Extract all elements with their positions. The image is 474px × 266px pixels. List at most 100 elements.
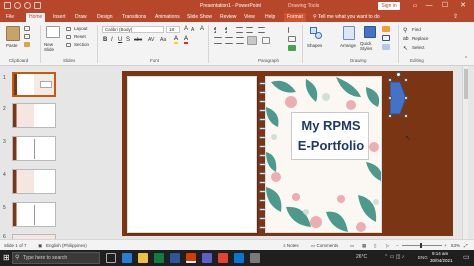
font-name-select[interactable]: Calibri (Body) [102, 26, 164, 33]
clock-date[interactable]: 30/04/2021 [430, 258, 453, 263]
shadow-icon[interactable]: S [126, 37, 130, 43]
align-center-icon[interactable] [225, 37, 233, 44]
tab-help[interactable]: Help [262, 13, 278, 22]
find-button[interactable]: Find [412, 27, 421, 32]
replace-icon[interactable]: ab [403, 36, 409, 42]
shape-outline-icon[interactable] [382, 35, 390, 41]
shapes-icon[interactable] [308, 25, 324, 41]
bullets-icon[interactable] [214, 27, 221, 33]
powerpoint-icon[interactable] [186, 253, 196, 263]
replace-button[interactable]: Replace [412, 36, 429, 41]
slide-thumbnail-5[interactable] [12, 202, 56, 227]
quick-styles-label[interactable]: Quick Styles [360, 41, 378, 51]
highlight-color-icon[interactable]: A [174, 36, 179, 44]
taskbar-search-input[interactable]: ⚲ Type here to search [12, 252, 100, 264]
find-icon[interactable]: ⚲ [403, 27, 407, 34]
align-right-icon[interactable] [236, 37, 244, 44]
slideshow-view-icon[interactable]: ▷ [386, 243, 389, 249]
rotate-handle[interactable] [396, 72, 401, 77]
resize-handle[interactable] [404, 96, 408, 100]
app-icon[interactable] [250, 253, 260, 263]
select-button[interactable]: Select [412, 45, 425, 50]
weather-temperature[interactable]: 26°C [356, 254, 367, 260]
italic-icon[interactable]: I [111, 37, 113, 43]
clear-formatting-icon[interactable]: A [200, 26, 204, 32]
zoom-slider[interactable] [402, 243, 442, 248]
shape-fill-icon[interactable] [382, 26, 390, 32]
teams-icon[interactable] [202, 253, 212, 263]
zoom-out-icon[interactable]: − [396, 243, 399, 248]
undo-icon[interactable] [14, 2, 21, 9]
strikethrough-icon[interactable]: abc [134, 37, 142, 43]
tab-draw[interactable]: Draw [72, 13, 90, 22]
character-spacing-icon[interactable]: AV [148, 37, 154, 43]
sign-in-button[interactable]: Sign in [378, 2, 400, 10]
zoom-level[interactable]: 63% [451, 243, 460, 248]
resize-handle[interactable] [388, 78, 392, 82]
spell-check-icon[interactable]: ▣ [38, 243, 42, 249]
new-slide-label[interactable]: New Slide [44, 42, 64, 52]
decrease-font-icon[interactable]: A [191, 27, 194, 33]
input-language[interactable]: ENG [418, 255, 428, 260]
slide-thumbnail-1[interactable] [12, 72, 56, 97]
comments-button[interactable]: ▭ Comments [311, 243, 338, 249]
section-button[interactable]: Section [74, 42, 89, 47]
tab-insert[interactable]: Insert [50, 13, 69, 22]
tab-home[interactable]: Home [26, 13, 46, 22]
title-textbox[interactable]: My RPMS E-Portfolio [291, 112, 369, 160]
left-page[interactable] [127, 76, 257, 233]
clock-time[interactable]: 9:14 am [432, 251, 448, 256]
reset-button[interactable]: Reset [74, 34, 86, 39]
copy-icon[interactable] [24, 34, 30, 39]
collapse-ribbon-icon[interactable]: ⌃ [464, 56, 468, 62]
mail-icon[interactable] [234, 253, 244, 263]
windows-start-icon[interactable]: ⊞ [3, 253, 10, 262]
text-direction-icon[interactable] [288, 27, 296, 33]
slide-thumbnail-3[interactable] [12, 136, 56, 161]
new-slide-icon[interactable] [46, 26, 60, 38]
smartart-icon[interactable] [288, 45, 296, 51]
paste-label[interactable]: Paste [6, 43, 18, 48]
tab-animations[interactable]: Animations [152, 13, 183, 22]
zoom-in-icon[interactable]: + [444, 243, 447, 248]
start-slideshow-icon[interactable] [34, 2, 41, 9]
tab-file[interactable]: File [3, 13, 17, 22]
task-view-icon[interactable] [106, 253, 116, 263]
shapes-label[interactable]: Shapes [307, 43, 322, 48]
tell-me-search[interactable]: ⚲ Tell me what you want to do [310, 13, 383, 22]
format-painter-icon[interactable] [24, 42, 30, 47]
numbering-icon[interactable] [225, 27, 232, 33]
line-spacing-icon[interactable] [258, 27, 265, 33]
tab-transitions[interactable]: Transitions [119, 13, 149, 22]
redo-icon[interactable] [24, 2, 31, 9]
resize-handle[interactable] [404, 78, 408, 82]
slide-thumbnail-4[interactable] [12, 169, 56, 194]
normal-view-icon[interactable]: ▭ [350, 243, 354, 249]
tab-slide-show[interactable]: Slide Show [184, 13, 215, 22]
slide-thumbnail-2[interactable] [12, 103, 56, 128]
share-icon[interactable]: ⇪ [450, 13, 461, 22]
decrease-indent-icon[interactable] [236, 27, 243, 33]
align-text-icon[interactable] [288, 36, 296, 42]
vertical-scrollbar[interactable] [462, 66, 468, 239]
ribbon-options-icon[interactable]: ▭ [408, 0, 422, 12]
close-button[interactable]: ✕ [456, 0, 470, 12]
app-icon[interactable] [218, 253, 228, 263]
resize-handle[interactable] [388, 114, 392, 118]
increase-font-icon[interactable]: A [184, 26, 188, 32]
change-case-icon[interactable]: Aa [160, 37, 166, 43]
justify-icon[interactable] [247, 36, 257, 45]
arrange-icon[interactable] [343, 26, 355, 40]
font-color-icon[interactable]: A [184, 36, 189, 44]
layout-button[interactable]: Layout [74, 26, 88, 31]
columns-icon[interactable] [262, 37, 270, 44]
cut-icon[interactable] [24, 26, 30, 31]
increase-indent-icon[interactable] [246, 27, 253, 33]
paste-icon[interactable] [6, 26, 20, 41]
underline-icon[interactable]: U [118, 37, 122, 43]
slide-sorter-icon[interactable]: ▦ [362, 243, 366, 249]
tab-view[interactable]: View [241, 13, 258, 22]
quick-styles-icon[interactable] [364, 26, 376, 38]
resize-handle[interactable] [404, 114, 408, 118]
maximize-button[interactable]: ☐ [438, 0, 452, 12]
